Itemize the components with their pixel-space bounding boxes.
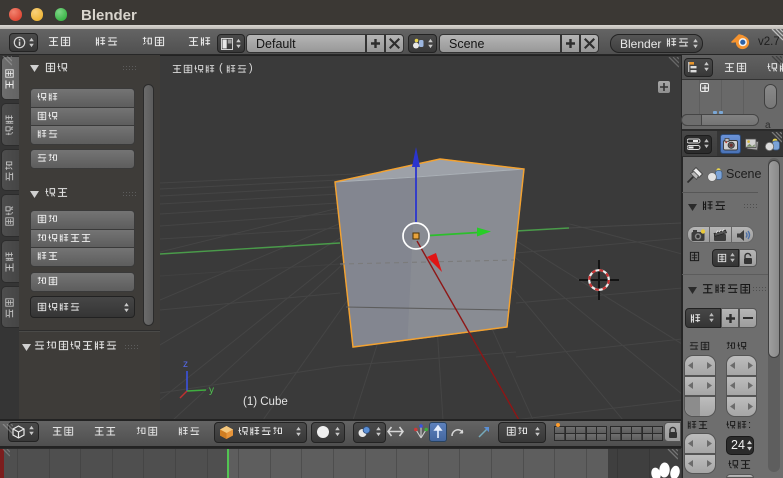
svg-text:y: y xyxy=(209,385,214,396)
svg-text:z: z xyxy=(183,359,188,370)
